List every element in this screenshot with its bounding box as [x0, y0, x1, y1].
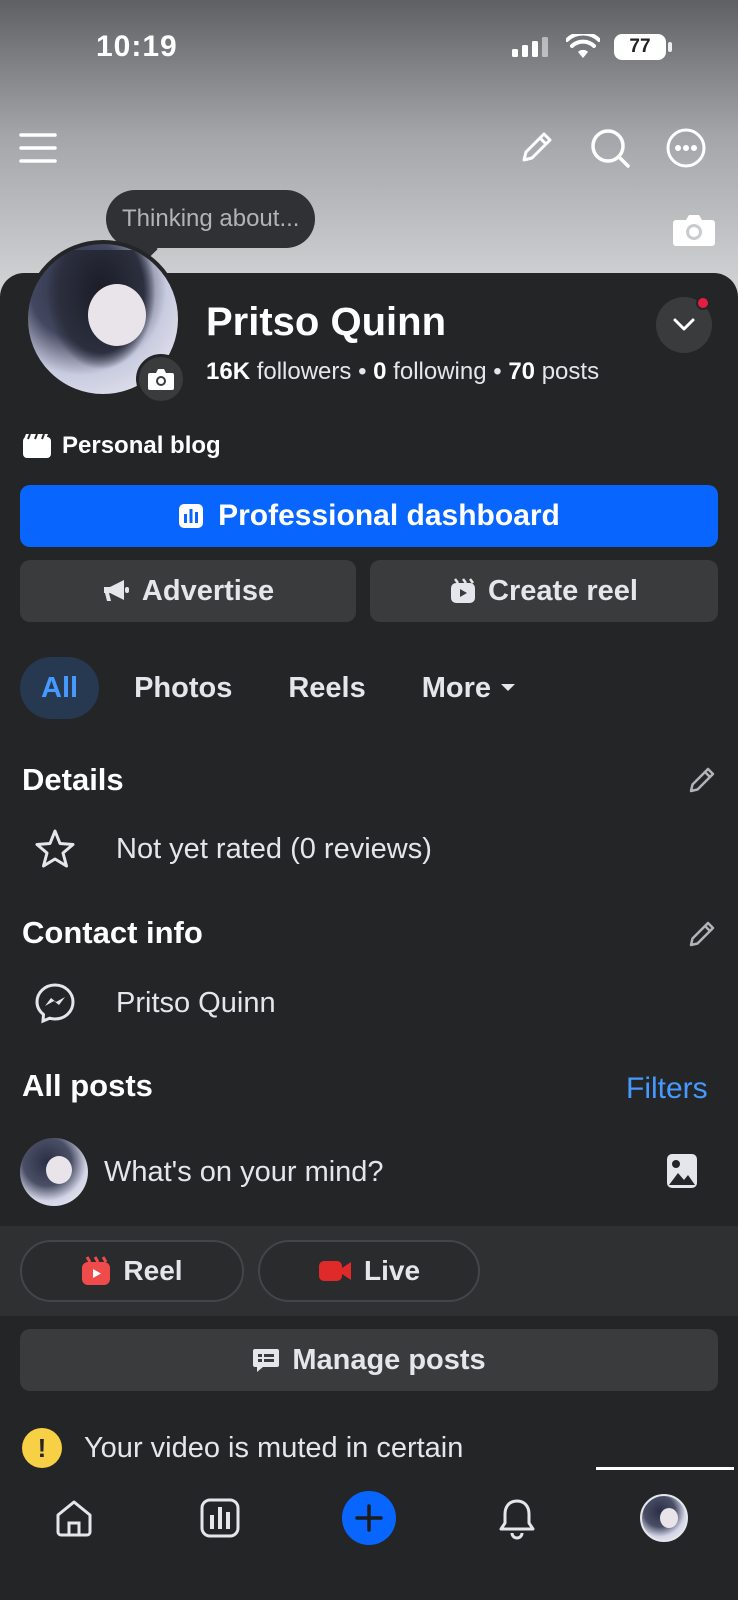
reel-icon	[82, 1256, 111, 1285]
stats-separator: •	[351, 358, 374, 385]
megaphone-icon	[103, 580, 129, 601]
wifi-icon	[566, 34, 600, 58]
composer-shortcuts: Reel Live	[0, 1226, 738, 1316]
tab-all[interactable]: All	[20, 657, 100, 719]
avatar-face	[46, 1156, 72, 1184]
warning-icon: !	[22, 1428, 62, 1468]
avatar-camera-icon[interactable]	[136, 354, 186, 404]
stats-separator: •	[486, 358, 509, 385]
bottom-nav	[0, 1467, 738, 1600]
status-time: 10:19	[96, 30, 178, 63]
avatar-face	[660, 1508, 678, 1528]
following-label[interactable]: following	[387, 358, 486, 385]
more-icon[interactable]	[662, 124, 710, 172]
page-category: Personal blog	[22, 432, 221, 460]
messenger-icon	[32, 980, 78, 1026]
chevron-down-icon	[673, 318, 695, 331]
caret-down-icon	[501, 684, 516, 691]
following-count[interactable]: 0	[373, 358, 386, 385]
composer-avatar	[20, 1138, 88, 1206]
dashboard-icon	[179, 504, 204, 528]
camera-icon[interactable]	[672, 212, 716, 248]
notification-dot	[696, 296, 710, 310]
followers-label[interactable]: followers	[250, 358, 352, 385]
manage-posts-icon	[253, 1349, 280, 1372]
reel-chip[interactable]: Reel	[20, 1240, 244, 1302]
notifications-icon[interactable]	[485, 1486, 549, 1550]
star-icon	[32, 826, 78, 872]
edit-contact-icon[interactable]	[686, 918, 718, 950]
tab-reels[interactable]: Reels	[267, 657, 386, 719]
profile-avatar	[640, 1494, 688, 1542]
followers-count[interactable]: 16K	[206, 358, 250, 385]
profile-stats: 16K followers • 0 following • 70 posts	[206, 358, 599, 386]
dashboard-icon[interactable]	[188, 1486, 252, 1550]
muted-video-notice[interactable]: ! Your video is muted in certain	[22, 1428, 463, 1468]
reel-icon	[451, 578, 476, 603]
create-reel-label: Create reel	[488, 574, 638, 607]
manage-posts-label: Manage posts	[292, 1343, 486, 1376]
battery-indicator: 77	[614, 34, 672, 60]
status-bar: 10:19 77	[0, 0, 738, 100]
home-icon[interactable]	[42, 1486, 106, 1550]
signal-icon	[512, 37, 548, 57]
advertise-button[interactable]: Advertise	[20, 560, 356, 622]
professional-dashboard-label: Professional dashboard	[218, 499, 560, 532]
reel-chip-label: Reel	[123, 1255, 183, 1286]
profile-nav-item[interactable]	[632, 1486, 696, 1550]
rating-row: Not yet rated (0 reviews)	[32, 826, 432, 872]
details-title: Details	[22, 762, 124, 797]
profile-name: Pritso Quinn	[206, 300, 446, 344]
thought-bubble[interactable]: Thinking about...	[106, 190, 316, 248]
rating-text: Not yet rated (0 reviews)	[116, 832, 432, 865]
live-chip-label: Live	[363, 1255, 421, 1286]
top-actions	[0, 124, 738, 184]
messenger-row[interactable]: Pritso Quinn	[32, 980, 276, 1026]
menu-icon[interactable]	[14, 124, 62, 172]
posts-count: 70	[508, 358, 536, 385]
category-label: Personal blog	[62, 432, 221, 459]
profile-tabs: All Photos Reels More	[20, 657, 552, 719]
posts-label: posts	[535, 358, 600, 385]
active-tab-indicator	[596, 1467, 734, 1470]
post-composer[interactable]: What's on your mind?	[20, 1137, 718, 1207]
status-icons: 77	[512, 34, 672, 60]
edit-details-icon[interactable]	[686, 764, 718, 796]
create-reel-button[interactable]: Create reel	[370, 560, 718, 622]
manage-posts-button[interactable]: Manage posts	[20, 1329, 718, 1391]
professional-dashboard-button[interactable]: Professional dashboard	[20, 485, 718, 547]
tab-photos[interactable]: Photos	[113, 657, 253, 719]
messenger-name: Pritso Quinn	[116, 986, 276, 1019]
tab-more-label: More	[421, 671, 492, 704]
photo-icon[interactable]	[666, 1153, 702, 1191]
pencil-icon[interactable]	[512, 124, 560, 172]
notice-text: Your video is muted in certain	[84, 1431, 464, 1464]
avatar-face	[88, 284, 146, 346]
composer-placeholder[interactable]: What's on your mind?	[104, 1156, 384, 1189]
all-posts-title: All posts	[22, 1068, 153, 1103]
tab-more[interactable]: More	[401, 657, 538, 719]
create-button	[342, 1491, 396, 1545]
contact-info-title: Contact info	[22, 915, 203, 950]
live-video-icon	[318, 1261, 351, 1281]
search-icon[interactable]	[586, 124, 634, 172]
filters-link[interactable]: Filters	[626, 1072, 708, 1106]
create-icon[interactable]	[337, 1486, 401, 1550]
live-chip[interactable]: Live	[258, 1240, 480, 1302]
advertise-label: Advertise	[141, 574, 275, 607]
clapperboard-icon	[23, 433, 51, 458]
